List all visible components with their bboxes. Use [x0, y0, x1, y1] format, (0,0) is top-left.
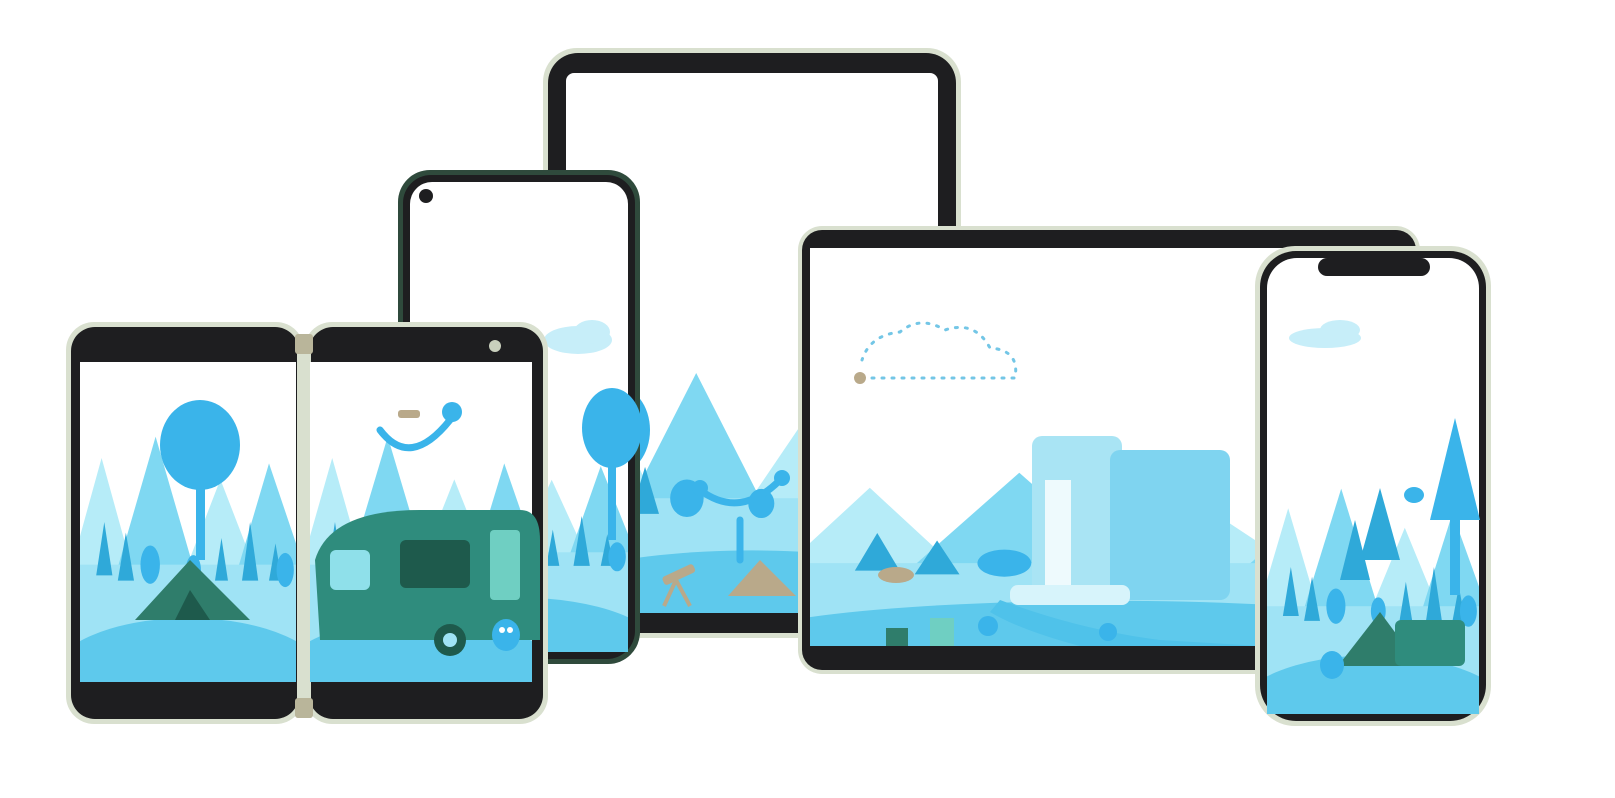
bird-character-illustration	[492, 619, 520, 651]
notch	[1318, 258, 1430, 276]
front-camera-icon	[489, 340, 501, 352]
front-camera-icon	[419, 189, 433, 203]
waterfall-illustration	[1010, 436, 1230, 605]
foldable-dual-screen	[66, 322, 548, 724]
iphone	[1255, 246, 1491, 726]
hinge	[297, 336, 311, 718]
device-lineup-scene: .sky { fill: #ffffff; } .mtn { fill: #7f…	[66, 48, 1491, 726]
